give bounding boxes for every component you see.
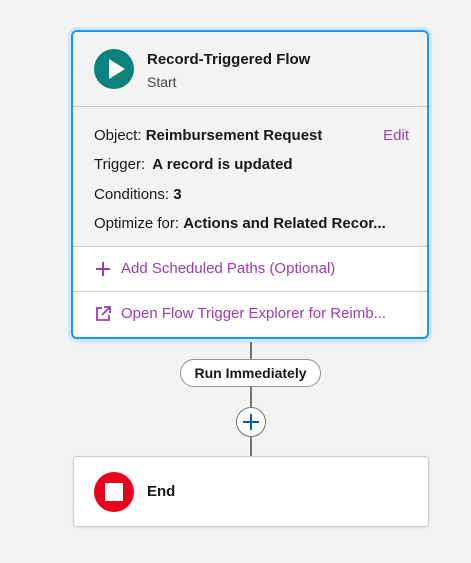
conditions-label: Conditions: bbox=[94, 186, 174, 203]
edit-link[interactable]: Edit bbox=[383, 127, 409, 144]
end-element-label: End bbox=[147, 483, 176, 500]
add-scheduled-paths-label: Add Scheduled Paths (Optional) bbox=[121, 260, 336, 277]
external-link-icon bbox=[94, 305, 112, 323]
open-trigger-explorer-label: Open Flow Trigger Explorer for Reimb... bbox=[121, 305, 387, 322]
trigger-value: A record is updated bbox=[152, 156, 293, 173]
stop-square bbox=[105, 483, 123, 501]
start-element-details: Object: Reimbursement Request Edit Trigg… bbox=[73, 107, 427, 247]
add-element-button[interactable] bbox=[236, 407, 266, 437]
object-value: Reimbursement Request bbox=[145, 127, 323, 144]
trigger-label: Trigger: bbox=[94, 156, 150, 173]
connector-line-middle bbox=[250, 387, 252, 407]
optimize-value: Actions and Related Recor... bbox=[183, 215, 386, 232]
flow-canvas: Record-Triggered Flow Start Object: Reim… bbox=[0, 0, 471, 563]
connector-line-bottom bbox=[250, 437, 252, 456]
conditions-value: 3 bbox=[173, 186, 182, 203]
optimize-label: Optimize for: bbox=[94, 215, 184, 232]
open-trigger-explorer-button[interactable]: Open Flow Trigger Explorer for Reimb... bbox=[73, 292, 427, 336]
run-immediately-path-label[interactable]: Run Immediately bbox=[180, 359, 321, 387]
object-label: Object: bbox=[94, 127, 146, 144]
trigger-row: Trigger: A record is updated bbox=[94, 156, 293, 173]
start-element-title: Record-Triggered Flow bbox=[147, 51, 311, 68]
start-element-card[interactable]: Record-Triggered Flow Start Object: Reim… bbox=[71, 30, 429, 339]
start-element-subtitle: Start bbox=[147, 74, 177, 90]
plus-circle-icon bbox=[243, 414, 259, 430]
end-element-card[interactable]: End bbox=[73, 456, 429, 527]
optimize-row: Optimize for: Actions and Related Recor.… bbox=[94, 215, 410, 232]
stop-icon bbox=[94, 472, 134, 512]
start-element-header[interactable]: Record-Triggered Flow Start bbox=[73, 32, 427, 107]
conditions-row: Conditions: 3 bbox=[94, 186, 182, 203]
plus-icon bbox=[94, 260, 112, 278]
connector-line-top bbox=[250, 339, 252, 359]
add-scheduled-paths-button[interactable]: Add Scheduled Paths (Optional) bbox=[73, 247, 427, 292]
play-icon bbox=[94, 49, 134, 89]
object-row: Object: Reimbursement Request bbox=[94, 127, 322, 144]
